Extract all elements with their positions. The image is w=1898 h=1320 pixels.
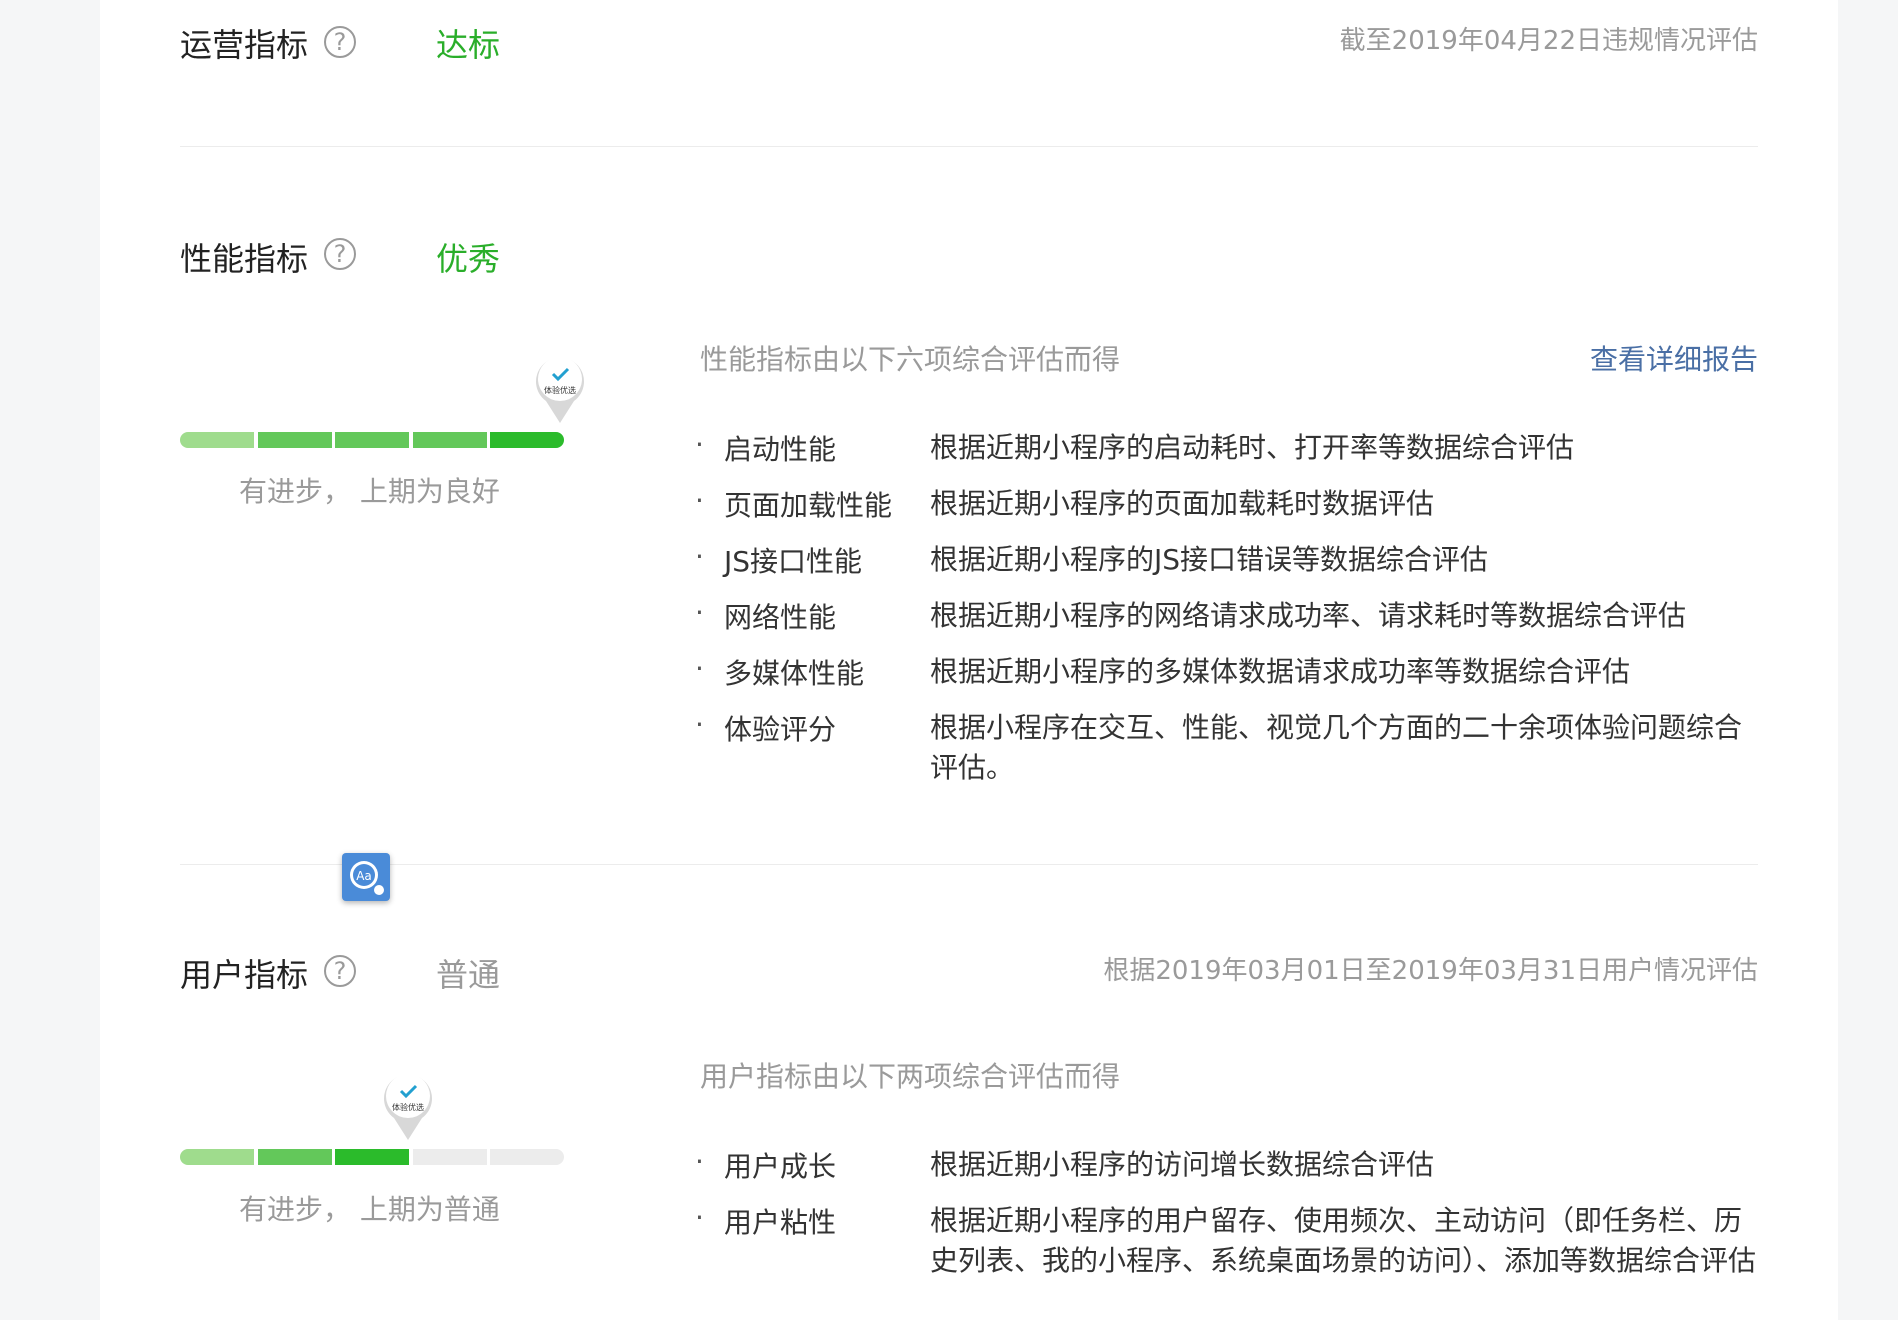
performance-status: 优秀 xyxy=(436,240,501,278)
performance-desc-head: 性能指标由以下六项综合评估而得 xyxy=(700,343,1121,376)
bullet: · xyxy=(695,596,704,629)
operation-status: 达标 xyxy=(436,26,501,64)
magnifier-icon: Aa xyxy=(350,861,384,895)
item-name: 页面加载性能 xyxy=(724,489,893,522)
location-pin-icon: 体验优选 xyxy=(382,1070,434,1140)
item-text: 根据近期小程序的用户留存、使用频次、主动访问（即任务栏、历史列表、我的小程序、系… xyxy=(930,1204,1757,1277)
item-text: 根据近期小程序的多媒体数据请求成功率等数据综合评估 xyxy=(930,655,1631,688)
item-text: 根据近期小程序的JS接口错误等数据综合评估 xyxy=(930,543,1489,576)
badge-text: 体验优选 xyxy=(544,385,576,395)
bullet: · xyxy=(695,1201,704,1234)
item-text: 根据近期小程序的网络请求成功率、请求耗时等数据综合评估 xyxy=(930,599,1687,632)
level-segment xyxy=(490,432,564,448)
bullet: · xyxy=(695,1145,704,1178)
view-report-link[interactable]: 查看详细报告 xyxy=(1590,338,1758,378)
bullet: · xyxy=(695,652,704,685)
item-name: 启动性能 xyxy=(724,433,837,466)
location-pin-icon: 体验优选 xyxy=(534,353,586,423)
user-help-icon[interactable]: ? xyxy=(324,955,356,987)
badge-text: 体验优选 xyxy=(392,1102,424,1112)
level-segment xyxy=(180,432,254,448)
item-name: 网络性能 xyxy=(724,601,837,634)
divider xyxy=(180,864,1758,865)
item-name: 体验评分 xyxy=(724,713,837,746)
user-meta: 根据2019年03月01日至2019年03月31日用户情况评估 xyxy=(1103,956,1758,986)
user-level-bar xyxy=(180,1149,564,1165)
bullet: · xyxy=(695,484,704,517)
item-text: 根据近期小程序的访问增长数据综合评估 xyxy=(930,1148,1435,1181)
text-lookup-tool-button[interactable]: Aa xyxy=(342,853,390,901)
user-progress-note: 有进步， 上期为普通 xyxy=(239,1193,500,1226)
item-name: 用户成长 xyxy=(724,1150,837,1183)
user-desc-head: 用户指标由以下两项综合评估而得 xyxy=(700,1060,1121,1093)
level-segment xyxy=(257,1149,332,1165)
level-segment xyxy=(180,1149,254,1165)
user-title: 用户指标 xyxy=(180,956,309,994)
item-name: 用户粘性 xyxy=(724,1206,837,1239)
performance-title: 性能指标 xyxy=(180,240,309,278)
operation-title: 运营指标 xyxy=(180,26,309,64)
performance-progress-note: 有进步， 上期为良好 xyxy=(239,475,500,508)
level-segment xyxy=(412,432,487,448)
item-name: 多媒体性能 xyxy=(724,657,865,690)
performance-help-icon[interactable]: ? xyxy=(324,238,356,270)
item-text: 根据小程序在交互、性能、视觉几个方面的二十余项体验问题综合评估。 xyxy=(930,711,1743,784)
item-name: JS接口性能 xyxy=(724,545,863,578)
item-text: 根据近期小程序的启动耗时、打开率等数据综合评估 xyxy=(930,431,1575,464)
performance-level-bar xyxy=(180,432,564,448)
user-status: 普通 xyxy=(436,956,501,994)
level-segment xyxy=(490,1149,564,1165)
level-segment xyxy=(335,1149,409,1165)
operation-help-icon[interactable]: ? xyxy=(324,26,356,58)
divider xyxy=(180,146,1758,147)
svg-text:Aa: Aa xyxy=(356,869,372,883)
level-segment xyxy=(335,432,409,448)
item-text: 根据近期小程序的页面加载耗时数据评估 xyxy=(930,487,1435,520)
bullet: · xyxy=(695,428,704,461)
level-segment xyxy=(412,1149,487,1165)
operation-meta: 截至2019年04月22日违规情况评估 xyxy=(1339,26,1758,56)
bullet: · xyxy=(695,708,704,741)
bullet: · xyxy=(695,540,704,573)
level-segment xyxy=(257,432,332,448)
